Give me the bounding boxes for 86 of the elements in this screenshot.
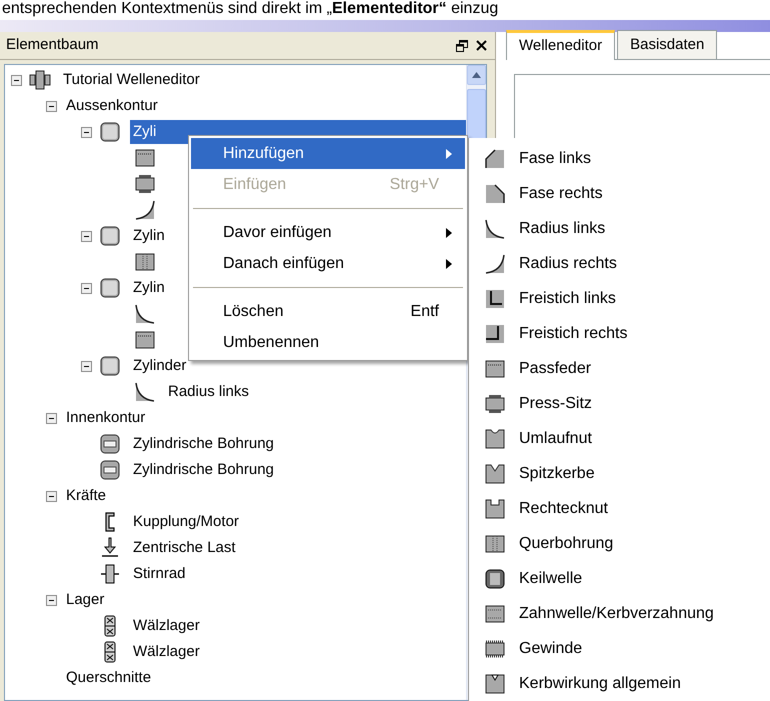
cylinder-icon xyxy=(98,277,122,299)
restore-icon[interactable] xyxy=(456,40,468,52)
gear-icon xyxy=(98,563,122,585)
chamfer-icon xyxy=(483,148,507,170)
chamfer-icon xyxy=(483,182,507,204)
menu-item[interactable]: Rechtecknut xyxy=(483,491,770,526)
caption-text: entsprechenden Kontextmenüs sind direkt im „Elementeditor“ einzug xyxy=(1,0,500,19)
groove-icon xyxy=(483,428,507,450)
bore-icon xyxy=(98,433,122,455)
slot-icon xyxy=(483,498,507,520)
cross-hole-icon[interactable] xyxy=(133,251,157,273)
menu-item[interactable]: Hinzufügen xyxy=(191,138,465,169)
menu-item[interactable]: Keilwelle xyxy=(483,561,770,596)
tree-item[interactable]: Wälzlager xyxy=(130,614,203,638)
menu-item[interactable]: Löschen Entf xyxy=(191,296,465,327)
tree-item[interactable]: Kräfte xyxy=(63,484,110,508)
menu-item[interactable]: Passfeder xyxy=(483,351,770,386)
keyway-icon[interactable] xyxy=(133,329,157,351)
tree-item[interactable]: Zylindrische Bohrung xyxy=(130,458,277,482)
menu-item[interactable]: Kerbwirkung allgemein xyxy=(483,666,770,701)
cross-hole-icon xyxy=(483,532,507,554)
menu-item[interactable]: Danach einfügen xyxy=(191,248,465,279)
undercut-icon xyxy=(483,288,507,310)
tree-item[interactable]: Querschnitte xyxy=(63,666,154,690)
notch-icon xyxy=(483,672,507,694)
cylinder-icon xyxy=(98,121,122,143)
up-arrow-icon xyxy=(472,72,481,78)
menu-item[interactable]: Press-Sitz xyxy=(483,386,770,421)
menu-item[interactable]: Freistich rechts xyxy=(483,316,770,351)
spline-icon xyxy=(483,568,507,590)
tree-item[interactable]: Zylinder xyxy=(130,354,190,378)
tree-item[interactable]: Aussenkontur xyxy=(63,94,161,118)
menu-item[interactable]: Umlaufnut xyxy=(483,421,770,456)
menu-item[interactable]: Radius rechts xyxy=(483,246,770,281)
tree-item[interactable]: Zylindrische Bohrung xyxy=(130,432,277,456)
collapse-icon[interactable] xyxy=(81,360,92,372)
tree-item[interactable]: Zylin xyxy=(130,224,168,248)
menu-item[interactable]: Fase rechts xyxy=(483,176,770,211)
collapse-icon[interactable] xyxy=(46,594,57,606)
menu-item[interactable]: Freistich links xyxy=(483,281,770,316)
tree-item[interactable]: Stirnrad xyxy=(130,562,189,586)
scroll-up-button[interactable] xyxy=(467,65,486,85)
menu-item[interactable]: Zahnwelle/Kerbverzahnung xyxy=(483,596,770,631)
menu-item[interactable]: Fase links xyxy=(483,141,770,176)
menu-item[interactable]: Radius links xyxy=(483,211,770,246)
tree-item[interactable]: Zentrische Last xyxy=(130,536,239,560)
close-icon[interactable] xyxy=(476,40,487,51)
cylinder-icon xyxy=(98,355,122,377)
tab[interactable]: Welleneditor xyxy=(506,30,616,60)
collapse-icon[interactable] xyxy=(81,282,92,294)
tree-item[interactable]: Radius links xyxy=(165,380,252,404)
tab[interactable]: Basisdaten xyxy=(617,30,718,59)
menu-item[interactable]: Querbohrung xyxy=(483,526,770,561)
press-fit-icon xyxy=(483,392,507,414)
cylinder-icon xyxy=(98,225,122,247)
collapse-icon[interactable] xyxy=(81,126,92,138)
press-fit-icon[interactable] xyxy=(133,173,157,195)
tree-item[interactable]: Innenkontur xyxy=(63,406,148,430)
shaft-icon xyxy=(28,69,52,91)
collapse-icon[interactable] xyxy=(11,74,22,86)
panel-title: Elementbaum xyxy=(6,35,99,56)
keyway-icon[interactable] xyxy=(133,147,157,169)
bore-icon xyxy=(98,459,122,481)
menu-item[interactable]: Davor einfügen xyxy=(191,217,465,248)
collapse-icon[interactable] xyxy=(46,100,57,112)
curved-corner-icon xyxy=(483,252,507,274)
tree-item[interactable]: Wälzlager xyxy=(130,640,203,664)
keyway-icon xyxy=(483,358,507,380)
notch-icon xyxy=(483,462,507,484)
collapse-icon[interactable] xyxy=(46,490,57,502)
collapse-icon[interactable] xyxy=(81,230,92,242)
thread-icon xyxy=(483,638,507,660)
menu-item[interactable]: Spitzkerbe xyxy=(483,456,770,491)
tree-item[interactable]: Tutorial Welleneditor xyxy=(60,68,203,92)
tree-item[interactable]: Zylin xyxy=(130,276,168,300)
curved-corner-icon[interactable] xyxy=(133,199,157,221)
tree-item[interactable]: Lager xyxy=(63,588,108,612)
serration-icon xyxy=(483,602,507,624)
menu-item[interactable]: Umbenennen xyxy=(191,327,465,358)
undercut-icon xyxy=(483,322,507,344)
tree-item[interactable]: Kupplung/Motor xyxy=(130,510,242,534)
curved-corner-icon[interactable] xyxy=(133,303,157,325)
curved-corner-icon xyxy=(133,381,157,403)
curved-corner-icon xyxy=(483,218,507,240)
collapse-icon[interactable] xyxy=(46,412,57,424)
menu-item[interactable]: Gewinde xyxy=(483,631,770,666)
